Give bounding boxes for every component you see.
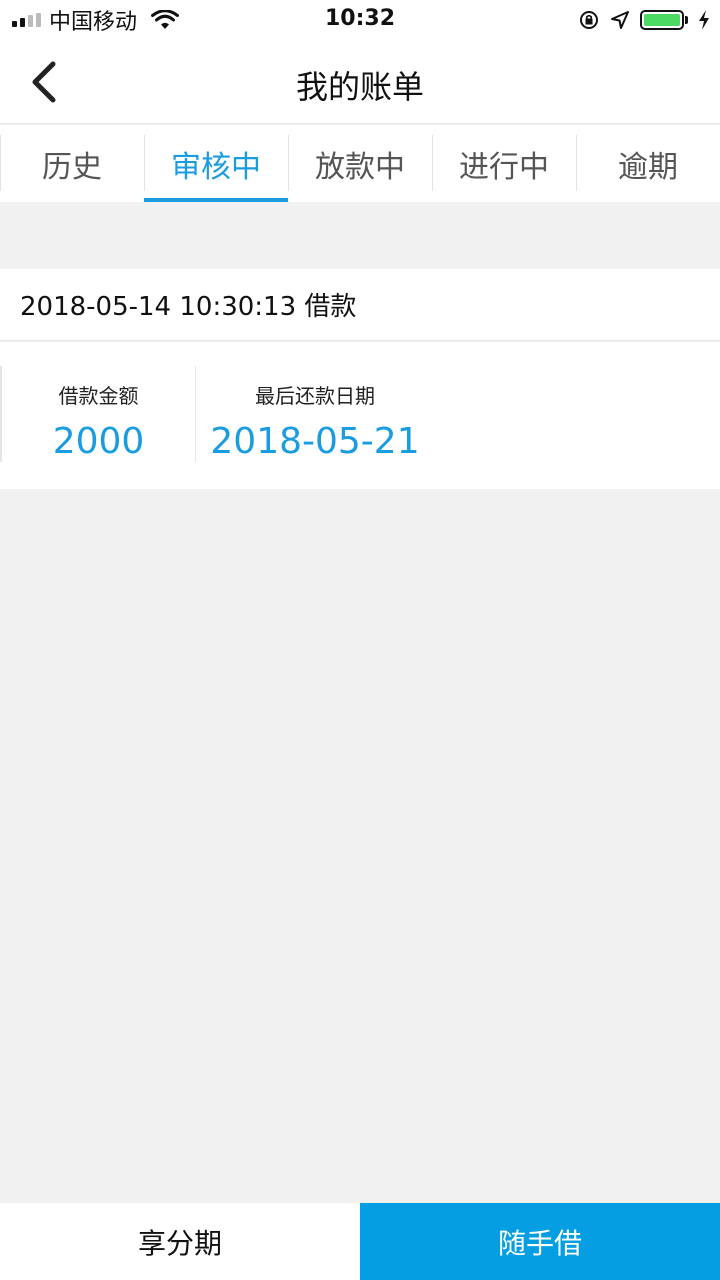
tab-disbursing[interactable]: 放款中 <box>288 125 432 202</box>
tab-overdue[interactable]: 逾期 <box>576 125 720 202</box>
loan-amount-block: 借款金额 2000 <box>0 366 196 462</box>
loan-card-body[interactable]: 借款金额 2000 最后还款日期 2018-05-21 <box>0 342 720 489</box>
battery-icon <box>640 10 688 30</box>
bottom-action-bar: 享分期 随手借 <box>0 1203 720 1280</box>
due-date-block: 最后还款日期 2018-05-21 <box>197 366 433 462</box>
loan-amount-label: 借款金额 <box>58 384 139 408</box>
status-bar: 中国移动 10:32 <box>0 0 720 40</box>
location-arrow-icon <box>611 11 629 29</box>
installment-button[interactable]: 享分期 <box>0 1203 360 1280</box>
loan-amount-value: 2000 <box>52 421 145 462</box>
bill-status-tabs: 历史 审核中 放款中 进行中 逾期 <box>0 125 720 202</box>
nav-bar: 我的账单 <box>0 40 720 124</box>
orientation-lock-icon <box>580 11 598 29</box>
page-title: 我的账单 <box>295 68 424 106</box>
borrow-button[interactable]: 随手借 <box>360 1203 720 1280</box>
tab-in-progress[interactable]: 进行中 <box>432 125 576 202</box>
due-date-value: 2018-05-21 <box>210 421 420 462</box>
due-date-label: 最后还款日期 <box>255 384 375 408</box>
tab-history[interactable]: 历史 <box>0 125 144 202</box>
charging-bolt-icon <box>699 10 709 30</box>
tab-under-review[interactable]: 审核中 <box>144 125 288 202</box>
status-right <box>578 6 710 34</box>
loan-card-header[interactable]: 2018-05-14 10:30:13 借款 <box>0 269 720 341</box>
